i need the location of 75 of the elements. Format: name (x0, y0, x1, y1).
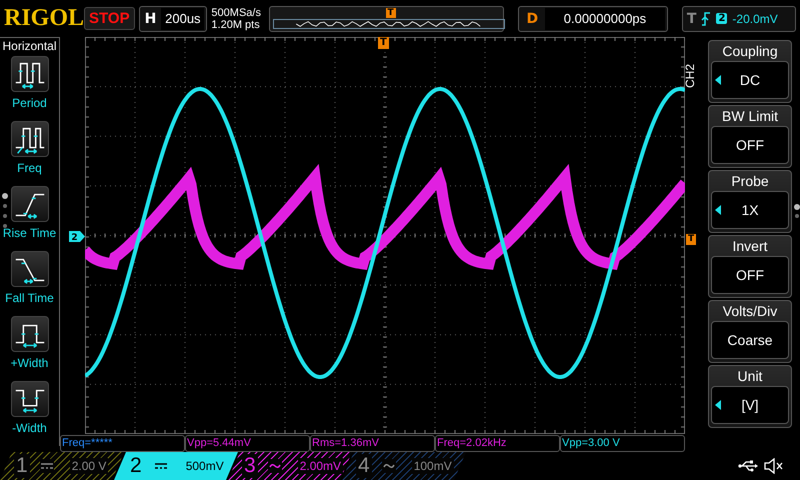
menu-label: Freq (17, 161, 42, 175)
menu-button[interactable] (10, 56, 48, 92)
dc-coupling-icon (40, 462, 53, 470)
measurement-readout: Vpp=5.44mV (185, 435, 310, 452)
menu-button[interactable] (10, 381, 48, 417)
menu-value: DC (711, 61, 789, 99)
rising-edge-icon (701, 12, 712, 26)
menu-button[interactable]: Invert OFF (708, 235, 792, 298)
sample-rate: 500MSa/s (211, 6, 262, 18)
menu-button[interactable]: BW Limit OFF (708, 105, 792, 168)
channel-scale: 2.00 V (70, 458, 108, 474)
menu-value: 1X (711, 191, 789, 229)
channel-tab[interactable]: 2 500mV (114, 452, 238, 480)
page-indicator-icon (794, 204, 800, 220)
menu-title: Horizontal (2, 38, 57, 55)
channel-tab[interactable]: 1 2.00 V (0, 452, 124, 480)
menu-button[interactable]: Probe 1X (708, 170, 792, 233)
timebase-label: H (144, 10, 158, 26)
channel-scale: 2.00mV (298, 458, 344, 474)
menu-button[interactable]: Coupling DC (708, 40, 792, 103)
menu-button[interactable] (10, 316, 48, 352)
menu-value: [V] (711, 386, 789, 424)
trigger-label: T (686, 10, 696, 26)
measurement-readout: Vpp=3.00 V (560, 435, 685, 452)
menu-button[interactable] (10, 251, 48, 287)
trigger-level: -20.0mV (732, 12, 778, 26)
menu-title: CH2 (683, 64, 697, 88)
timebase-value: 200us (161, 8, 204, 30)
channel-marker: 2 (69, 231, 85, 242)
menu-label: Unit (738, 367, 762, 386)
menu-label: Invert (732, 237, 768, 256)
trigger-marker: T (386, 8, 396, 18)
channel-tab[interactable]: 3 2.00mV (228, 452, 352, 480)
measurement-readout: Rms=1.36mV (310, 435, 435, 452)
trigger-field[interactable]: T 2 -20.0mV (682, 6, 796, 32)
menu-button[interactable]: Volts/Div Coarse (708, 300, 792, 363)
menu-label: Rise Time (2, 226, 56, 240)
menu-label: Probe (731, 172, 769, 191)
trigger-level-marker: T (686, 234, 696, 245)
trigger-position-marker: T (378, 37, 389, 49)
menu-button[interactable] (10, 186, 48, 222)
memory-depth: 1.20M pts (211, 18, 261, 30)
speaker-muted-icon (764, 458, 784, 474)
measurement-readout: Freq=2.02kHz (435, 435, 560, 452)
trigger-source: 2 (716, 13, 728, 24)
delay-label: D (525, 10, 540, 26)
timebase-field[interactable]: H 200us (138, 6, 208, 32)
ac-coupling-icon (382, 462, 395, 470)
menu-label: Fall Time (5, 291, 54, 305)
menu-value: OFF (711, 126, 789, 164)
channel-number: 2 (129, 454, 143, 478)
ac-coupling-icon (268, 462, 281, 470)
menu-label: Coupling (722, 42, 778, 61)
menu-button[interactable]: Unit [V] (708, 365, 792, 428)
menu-value: OFF (711, 256, 789, 294)
page-indicator-icon (2, 193, 8, 229)
channel-number: 1 (14, 454, 30, 478)
menu-button[interactable] (10, 121, 48, 157)
channel-number: 4 (356, 454, 372, 478)
menu-label: -Width (12, 421, 47, 435)
channel-scale: 100mV (412, 458, 454, 474)
usb-icon (738, 460, 758, 472)
measurement-readout: Freq=***** (60, 435, 185, 452)
menu-label: Period (12, 96, 47, 110)
dc-coupling-icon (154, 462, 167, 470)
menu-label: +Width (10, 356, 48, 370)
delay-value: 0.00000000ps (545, 8, 665, 30)
channel-scale: 500mV (184, 458, 225, 474)
channel-number: 3 (242, 454, 258, 478)
run-stop-button[interactable]: STOP (84, 7, 135, 30)
menu-label: BW Limit (722, 107, 778, 126)
channel-tab[interactable]: 4 100mV (342, 452, 466, 480)
delay-field[interactable]: D 0.00000000ps (518, 6, 668, 32)
menu-label: Volts/Div (722, 302, 778, 321)
menu-value: Coarse (711, 321, 789, 359)
